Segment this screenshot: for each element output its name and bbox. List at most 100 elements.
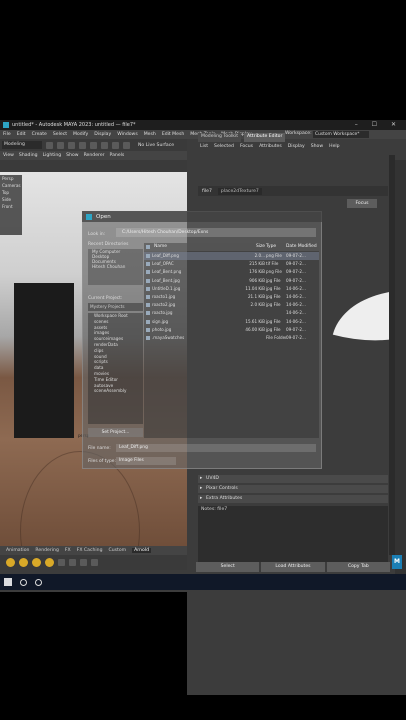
viewport-menu: View Shading Lighting Show Renderer Panels — [0, 151, 187, 160]
file-date: 14-06-2... — [286, 294, 306, 299]
mode-select[interactable]: Modeling — [2, 141, 42, 149]
file-date: 09-07-2... — [286, 253, 306, 258]
menu-display[interactable]: Display — [94, 132, 111, 137]
file-row[interactable]: UntitleD.1.jpg 11.04 KiB jpg File 14-06-2..… — [144, 285, 319, 293]
file-row[interactable]: roacto1.jpg 21.1 KiB jpg File 14-06-2... — [144, 293, 319, 301]
shelf-tab-custom[interactable]: Custom — [109, 548, 127, 553]
lasso-tool-icon[interactable] — [90, 141, 97, 149]
snap-point-icon[interactable] — [123, 141, 130, 149]
load-attributes-button[interactable]: Load Attributes — [261, 562, 325, 572]
recent-dir-item[interactable]: Hitesh Chouhan — [88, 264, 143, 269]
search-icon[interactable] — [20, 578, 27, 586]
select-tool-icon[interactable] — [79, 141, 86, 149]
file-row[interactable]: roacto.jpg 14-06-2... — [144, 309, 319, 317]
node-tab-file[interactable]: file7 — [202, 189, 212, 194]
ae-menu-display[interactable]: Display — [288, 144, 305, 149]
shelf-tab-fx[interactable]: FX — [65, 548, 71, 553]
viewport-menu-shading[interactable]: Shading — [19, 153, 38, 158]
mesh-light-icon[interactable] — [32, 558, 41, 567]
snap-curve-icon[interactable] — [112, 141, 119, 149]
window-controls[interactable]: – ☐ ✕ — [355, 121, 402, 128]
camera-item[interactable]: Front — [0, 203, 22, 210]
live-surface[interactable]: No Live Surface — [138, 143, 174, 148]
ae-sections: UV4D Pixar Controls Extra Attributes — [198, 475, 388, 505]
tab-attribute-editor[interactable]: Attribute Editor — [244, 133, 286, 142]
menu-windows[interactable]: Windows — [117, 132, 138, 137]
skydome-light-icon[interactable] — [6, 558, 15, 567]
ae-buttons: Select Load Attributes Copy Tab — [196, 562, 390, 572]
file-name: .mayaSwatches — [144, 334, 242, 342]
file-row[interactable]: photo.jpg 46.00 KiB jpg File 09-07-2... — [144, 326, 319, 334]
copy-tab-button[interactable]: Copy Tab — [326, 562, 390, 572]
camera-item[interactable]: Top — [0, 189, 22, 196]
ae-menu-focus[interactable]: Focus — [240, 144, 253, 149]
ae-menu-help[interactable]: Help — [329, 144, 339, 149]
node-tab-place2d[interactable]: place2dTexture7 — [217, 187, 262, 195]
windows-start-icon[interactable] — [4, 578, 12, 586]
select-button[interactable]: Select — [196, 562, 260, 572]
camera-item[interactable]: Side — [0, 196, 22, 203]
shelf-tab-animation[interactable]: Animation — [6, 548, 29, 553]
task-view-icon[interactable] — [35, 578, 42, 586]
camera-item[interactable]: Persp — [0, 175, 22, 182]
area-light-icon[interactable] — [19, 558, 28, 567]
set-project-button[interactable]: Set Project... — [88, 428, 143, 437]
menu-modify[interactable]: Modify — [73, 132, 88, 137]
file-row[interactable]: Leaf_Bent.jpg 906 KiB jpg File 09-07-2... — [144, 277, 319, 285]
dialog-title: Open — [96, 213, 111, 220]
new-scene-icon[interactable] — [46, 141, 53, 149]
viewport-menu-panels[interactable]: Panels — [110, 153, 125, 158]
txmanager-icon[interactable] — [91, 559, 98, 566]
workspace-select[interactable]: Custom Workspace* — [313, 131, 369, 138]
file-name-input[interactable]: Leaf_Diff.png — [116, 444, 316, 452]
file-row[interactable]: roacto2.jpg 2.0 KiB jpg File 14-06-2... — [144, 301, 319, 309]
menu-mesh[interactable]: Mesh — [144, 132, 156, 137]
project-dir-item[interactable]: sceneAssembly — [88, 388, 143, 394]
file-date: 14-06-2... — [286, 302, 306, 308]
menu-file[interactable]: File — [3, 132, 11, 137]
flush-cache-icon[interactable] — [80, 559, 87, 566]
shelf-tab-rendering[interactable]: Rendering — [35, 548, 58, 553]
file-row[interactable]: Leaf_Diff.png 2.0... png File 09-07-2... — [144, 252, 319, 260]
snap-grid-icon[interactable] — [101, 141, 108, 149]
ae-section[interactable]: Pixar Controls — [198, 485, 388, 493]
menu-edit[interactable]: Edit — [17, 132, 26, 137]
menu-create[interactable]: Create — [32, 132, 47, 137]
open-scene-icon[interactable] — [57, 141, 64, 149]
look-in-path[interactable]: C:/Users/Hitesh Chouhan/Desktop/Exns — [116, 228, 316, 237]
ae-menu-list[interactable]: List — [200, 144, 208, 149]
file-row[interactable]: Leaf_Bent.png 176 KiB png File 09-07-2... — [144, 268, 319, 276]
file-row[interactable]: Leaf_OPAC 215 KiB tif File 09-07-2... — [144, 260, 319, 268]
file-size — [242, 334, 266, 342]
viewport-menu-renderer[interactable]: Renderer — [84, 153, 105, 158]
standin-icon[interactable] — [69, 559, 76, 566]
shelf-tab-arnold[interactable]: Arnold — [132, 548, 151, 553]
photometric-light-icon[interactable] — [45, 558, 54, 567]
render-view-icon[interactable] — [58, 559, 65, 566]
ae-section[interactable]: Extra Attributes — [198, 495, 388, 503]
tab-modeling-toolkit[interactable]: Modeling Toolkit — [198, 133, 242, 142]
menu-edit-mesh[interactable]: Edit Mesh — [162, 132, 184, 137]
file-type-select[interactable]: Image Files — [116, 457, 176, 465]
col-type[interactable]: Type — [266, 243, 286, 251]
file-row[interactable]: sign.jpg 15.61 KiB jpg File 14-06-2... — [144, 318, 319, 326]
ae-menu-selected[interactable]: Selected — [214, 144, 234, 149]
menu-select[interactable]: Select — [53, 132, 67, 137]
file-row[interactable]: .mayaSwatches File Folder 09-07-2... — [144, 334, 319, 342]
ae-section[interactable]: UV4D — [198, 475, 388, 483]
shelf-tab-fx-caching[interactable]: FX Caching — [77, 548, 103, 553]
ae-menu-attributes[interactable]: Attributes — [259, 144, 282, 149]
col-date[interactable]: Date Modified — [286, 243, 319, 251]
viewport-menu-show[interactable]: Show — [66, 153, 78, 158]
camera-item[interactable]: Cameras — [0, 182, 22, 189]
save-scene-icon[interactable] — [68, 141, 75, 149]
col-name[interactable]: Name — [144, 243, 242, 251]
viewport-menu-lighting[interactable]: Lighting — [43, 153, 62, 158]
viewport-menu-view[interactable]: View — [3, 153, 14, 158]
notes-field[interactable]: Notes: file7 — [198, 506, 388, 562]
focus-button[interactable]: Focus — [347, 199, 377, 208]
project-select[interactable]: Mystery Projects — [88, 303, 143, 311]
col-size[interactable]: Size — [242, 243, 266, 251]
ae-menu-show[interactable]: Show — [311, 144, 323, 149]
file-date: 09-07-2... — [286, 261, 306, 267]
